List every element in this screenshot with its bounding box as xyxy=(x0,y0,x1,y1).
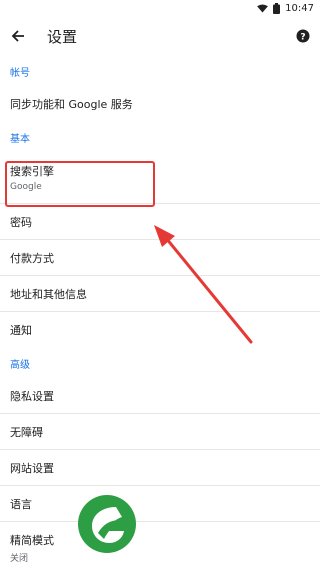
watermark-logo xyxy=(78,495,136,553)
annotation-arrow xyxy=(154,225,253,344)
